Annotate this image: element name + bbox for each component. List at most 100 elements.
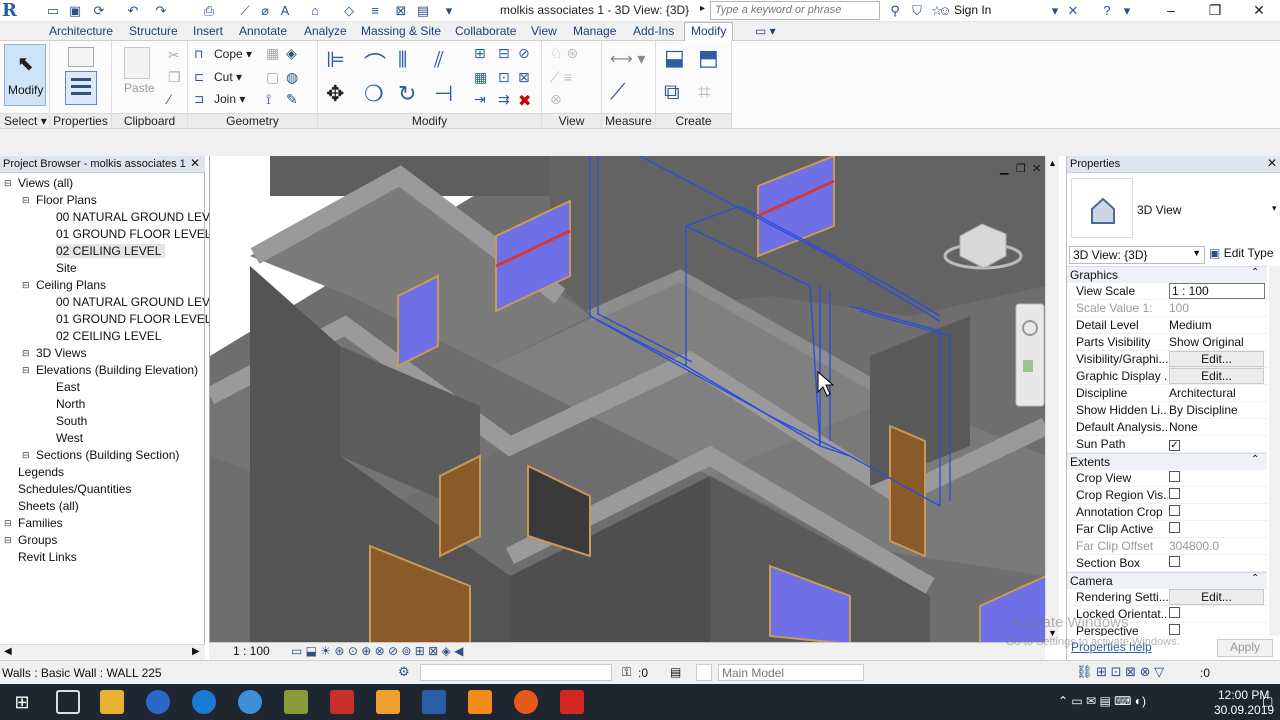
scale-icon[interactable]: ⊡ [498, 69, 510, 86]
collapse-group-icon[interactable]: ⌃ [1251, 267, 1259, 278]
tab-structure[interactable]: Structure [129, 24, 178, 38]
browser-item[interactable]: Sections (Building Section) [36, 448, 183, 462]
tab-collaborate[interactable]: Collaborate [455, 24, 516, 38]
property-edit-button[interactable]: Edit... [1169, 589, 1264, 605]
property-checkbox[interactable] [1169, 488, 1180, 499]
browser-item[interactable]: West [56, 431, 87, 445]
browser-item[interactable]: South [56, 414, 91, 428]
create-group-icon[interactable]: ⧉ [664, 79, 680, 105]
redo-icon[interactable]: ↷ [152, 2, 170, 20]
copy-icon[interactable]: ❍ [364, 81, 384, 107]
property-value[interactable]: None [1169, 420, 1265, 434]
view-minimize-icon[interactable]: ▁ [1000, 162, 1008, 175]
override-icon[interactable]: ⟋ ≡ [550, 69, 572, 86]
tree-toggle-icon[interactable]: ⊟ [22, 195, 30, 206]
sketchup-icon[interactable] [284, 690, 308, 714]
property-input[interactable]: 1 : 100 [1169, 283, 1265, 299]
mirror-axis-icon[interactable]: ⫴ [398, 47, 407, 73]
apply-button[interactable]: Apply [1217, 639, 1273, 657]
property-checkbox[interactable] [1169, 624, 1180, 635]
browser-item[interactable]: Views (all) [18, 176, 77, 190]
view-control-icons[interactable]: ▭ ⬓ ☀ ⊛ ⊙ ⊕ ⊗ ⊘ ⊚ ⊞ ⊠ ◈ ◀ [291, 644, 463, 658]
browser-item[interactable]: Ceiling Plans [36, 278, 110, 292]
mirror-draw-icon[interactable]: ⫽ [434, 47, 444, 73]
properties-icon[interactable] [65, 71, 97, 105]
pin-icon[interactable]: ⊠ [518, 69, 530, 86]
view-restore-icon[interactable]: ❐ [1016, 162, 1026, 175]
minimize-icon[interactable]: – [1148, 0, 1194, 22]
network-icon[interactable] [238, 690, 262, 714]
browser-item[interactable]: Revit Links [18, 550, 81, 564]
media-icon[interactable] [376, 690, 400, 714]
close-hidden-icon[interactable]: ⊠ [392, 2, 410, 20]
3d-view-icon[interactable]: ⌂ [306, 2, 324, 20]
modify-button[interactable]: ⬉ Modify [4, 44, 46, 106]
aligned-dimension-icon[interactable]: ⟋ [610, 79, 625, 105]
edit-type-button[interactable]: ▣ Edit Type [1209, 246, 1277, 264]
browser-icon[interactable] [146, 690, 170, 714]
search-expand-icon[interactable]: ▸ [700, 3, 705, 14]
tab-analyze[interactable]: Analyze [304, 24, 347, 38]
browser-item[interactable]: Groups [18, 533, 61, 547]
create-parts-icon[interactable]: ⬒ [698, 45, 719, 71]
binoculars-icon[interactable]: ⚲ [886, 2, 904, 20]
unpin-icon[interactable]: ⊘ [518, 45, 530, 62]
tab-manage[interactable]: Manage [573, 24, 616, 38]
tree-toggle-icon[interactable]: ⊟ [22, 365, 30, 376]
cut-clipboard-icon[interactable]: ✂ [168, 47, 180, 64]
property-value[interactable]: Show Original [1169, 335, 1265, 349]
file-explorer-icon[interactable] [100, 690, 124, 714]
browser-item[interactable]: 01 GROUND FLOOR LEVEL [56, 312, 215, 326]
cut-button[interactable]: Cut ▾ [214, 70, 242, 84]
browser-item[interactable]: Site [56, 261, 81, 275]
unjoin-icon[interactable]: ⟟ [266, 91, 271, 108]
measure-icon[interactable]: ⟋ [236, 2, 254, 20]
type-selector-dropdown-icon[interactable]: ▾ [1272, 203, 1277, 214]
split-face-icon[interactable]: ◈ [286, 45, 297, 62]
property-value[interactable]: Architectural [1169, 386, 1265, 400]
autocad-icon[interactable] [330, 690, 354, 714]
browser-item[interactable]: Elevations (Building Elevation) [36, 363, 202, 377]
property-group-header[interactable]: Extents [1067, 453, 1267, 470]
subscription-icon[interactable]: ⛉ [908, 2, 926, 20]
browser-item[interactable]: Sheets (all) [18, 499, 83, 513]
property-group-header[interactable]: Graphics [1067, 266, 1267, 283]
thin-lines-icon[interactable]: ≡ [366, 2, 384, 20]
tab-architecture[interactable]: Architecture [49, 24, 113, 38]
tree-toggle-icon[interactable]: ⊟ [4, 535, 12, 546]
scroll-right-icon[interactable]: ▶ [192, 646, 200, 657]
browser-item[interactable]: 00 NATURAL GROUND LEVLI [56, 210, 224, 224]
paint-icon[interactable]: ◍ [286, 69, 298, 86]
create-assembly-icon[interactable]: ⬓ [664, 45, 685, 71]
tab-modify[interactable]: Modify [684, 22, 734, 41]
tree-toggle-icon[interactable]: ⊟ [22, 450, 30, 461]
close-icon[interactable]: ✕ [1236, 0, 1280, 22]
measure-distance-icon[interactable]: ⟷ ▾ [610, 49, 645, 69]
dimension-icon[interactable]: ⌀ [256, 2, 274, 20]
trim-extend-icon[interactable]: ⇥ [474, 91, 486, 108]
hide-icon[interactable]: ♘ ⊛ [550, 45, 578, 62]
demolish-icon[interactable]: ▢ [266, 69, 279, 86]
panel-select-title[interactable]: Select ▾ [0, 113, 49, 128]
cope-button[interactable]: Cope ▾ [214, 47, 252, 61]
browser-item[interactable]: East [56, 380, 84, 394]
vlc-icon[interactable] [468, 690, 492, 714]
browser-item[interactable]: Families [18, 516, 67, 530]
collapse-group-icon[interactable]: ⌃ [1251, 573, 1259, 584]
browser-item[interactable]: 02 CEILING LEVEL [56, 329, 165, 343]
tree-toggle-icon[interactable]: ⊟ [4, 178, 12, 189]
revit-logo-icon[interactable]: R [2, 1, 36, 21]
browser-item[interactable]: 00 NATURAL GROUND LEVLI [56, 295, 224, 309]
select-links-icon[interactable]: ⛓ ⊞ ⊡ ⊠ ⊗ ▽ [1076, 664, 1164, 680]
save-icon[interactable]: ▣ [66, 2, 84, 20]
wall-joins-icon[interactable]: ▦ [266, 45, 279, 62]
3d-viewport[interactable]: ▁ ❐ ✕ [209, 156, 1045, 644]
tree-toggle-icon[interactable]: ⊟ [22, 280, 30, 291]
tray-icons[interactable]: ⌃ ▭ ✉ ▤ ⌨ ◐) [1058, 694, 1146, 708]
tree-toggle-icon[interactable]: ⊟ [4, 518, 12, 529]
split-element-icon[interactable]: ⊞ [474, 45, 486, 62]
editing-requests-icon[interactable]: ⚿ [622, 665, 631, 680]
paste-label[interactable]: Paste [124, 81, 155, 95]
create-similar-icon[interactable]: ⌗ [698, 79, 710, 105]
view-close-icon[interactable]: ✕ [1032, 162, 1041, 175]
